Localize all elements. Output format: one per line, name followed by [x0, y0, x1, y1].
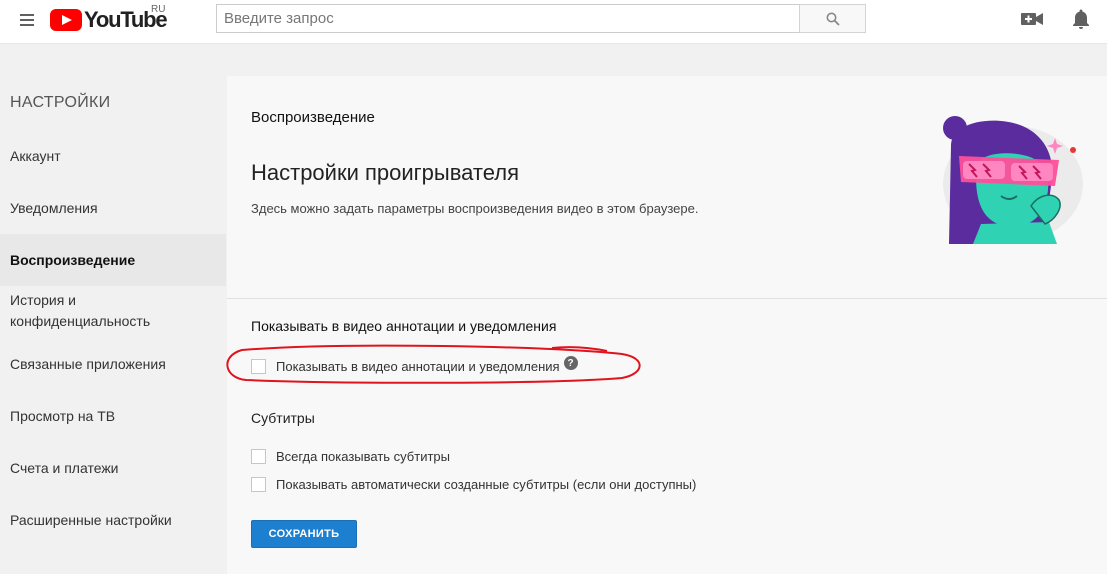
subtitles-auto-option[interactable]: Показывать автоматически созданные субти…	[251, 475, 696, 493]
search-icon	[826, 12, 840, 26]
sidebar-title: НАСТРОЙКИ	[10, 94, 111, 111]
youtube-logo[interactable]: YouTube	[50, 8, 168, 32]
search-field[interactable]	[216, 4, 800, 33]
section-divider	[227, 298, 1107, 299]
subtitles-always-checkbox[interactable]	[251, 448, 266, 464]
sidebar-item-playback[interactable]: Воспроизведение	[0, 234, 226, 286]
annotations-checkbox[interactable]	[251, 358, 266, 374]
help-icon[interactable]: ?	[563, 356, 578, 370]
subtitles-always-option[interactable]: Всегда показывать субтитры	[251, 447, 450, 465]
settings-main: Воспроизведение Настройки проигрывателя …	[226, 76, 1107, 574]
sidebar-item-label: Воспроизведение	[10, 251, 136, 268]
play-icon	[50, 9, 82, 31]
save-button[interactable]: СОХРАНИТЬ	[251, 520, 357, 548]
upload-video-icon[interactable]	[1021, 11, 1043, 27]
notifications-bell-icon[interactable]	[1071, 8, 1091, 30]
subtitles-auto-checkbox[interactable]	[251, 476, 266, 492]
subtitles-heading: Субтитры	[251, 410, 315, 426]
top-header: YouTube RU	[0, 0, 1107, 44]
sidebar-item-notifications[interactable]: Уведомления	[0, 198, 226, 219]
subtitles-always-label: Всегда показывать субтитры	[276, 448, 450, 464]
page-description: Здесь можно задать параметры воспроизвед…	[251, 201, 699, 216]
annotations-checkbox-label: Показывать в видео аннотации и уведомлен…	[276, 358, 560, 374]
sidebar-item-tv[interactable]: Просмотр на ТВ	[0, 406, 226, 427]
search-input[interactable]	[217, 5, 799, 32]
annotations-option[interactable]: Показывать в видео аннотации и уведомлен…	[251, 356, 578, 375]
player-mascot-illustration	[943, 116, 1083, 244]
search-button[interactable]	[799, 4, 866, 33]
annotations-heading: Показывать в видео аннотации и уведомлен…	[251, 318, 557, 334]
subtitles-auto-label: Показывать автоматически созданные субти…	[276, 476, 697, 492]
settings-sidebar: НАСТРОЙКИ Аккаунт Уведомления Воспроизве…	[0, 76, 226, 574]
logo-region-label: RU	[151, 4, 166, 15]
page-title: Настройки проигрывателя	[251, 160, 520, 185]
sidebar-item-advanced[interactable]: Расширенные настройки	[0, 510, 226, 531]
sidebar-item-billing[interactable]: Счета и платежи	[0, 458, 226, 479]
section-title: Воспроизведение	[251, 109, 375, 126]
sidebar-item-connected-apps[interactable]: Связанные приложения	[0, 354, 226, 375]
sidebar-item-history-privacy[interactable]: История и конфиденциальность	[0, 290, 190, 332]
menu-icon[interactable]	[20, 14, 34, 26]
sidebar-item-account[interactable]: Аккаунт	[0, 146, 226, 167]
